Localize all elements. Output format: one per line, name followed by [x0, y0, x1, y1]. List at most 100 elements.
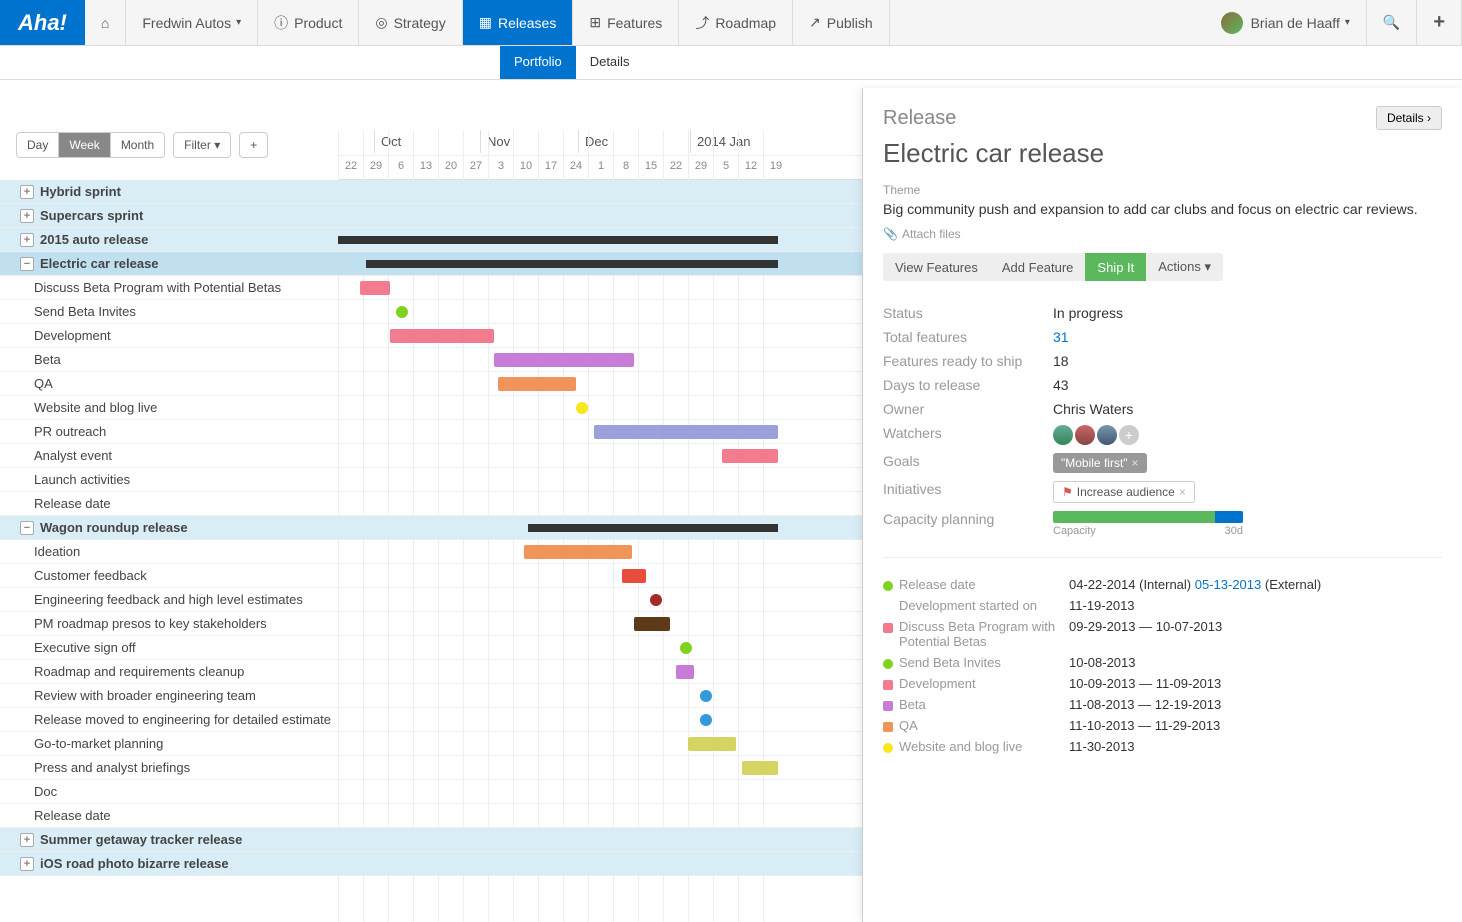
date-link[interactable]: 05-13-2013 [1195, 577, 1262, 592]
watchers-label: Watchers [883, 425, 1053, 445]
attach-files[interactable]: 📎Attach files [883, 227, 1442, 241]
week-label: 29 [363, 156, 388, 172]
status-label: Status [883, 305, 1053, 321]
logo[interactable]: Aha! [0, 0, 85, 45]
goal-tag[interactable]: "Mobile first"× [1053, 453, 1147, 473]
tab-details[interactable]: Details [576, 46, 644, 79]
caret-down-icon: ▾ [236, 17, 241, 28]
week-label: 19 [763, 156, 788, 172]
collapse-icon[interactable]: − [20, 257, 34, 271]
date-row: QA11-10-2013 — 11-29-2013 [883, 715, 1442, 736]
theme-text[interactable]: Big community push and expansion to add … [883, 201, 1442, 217]
actions-dropdown[interactable]: Actions ▾ [1146, 253, 1223, 281]
home-nav[interactable]: ⌂ [85, 0, 126, 45]
nav-roadmap[interactable]: ⤴Roadmap [679, 0, 793, 45]
nav-product-label: Product [294, 15, 342, 31]
initiatives-label: Initiatives [883, 481, 1053, 503]
expand-icon[interactable]: + [20, 833, 34, 847]
milestone-dot[interactable] [700, 714, 712, 726]
add-feature-button[interactable]: Add Feature [990, 253, 1086, 281]
gantt-bar[interactable] [622, 569, 646, 583]
expand-icon[interactable]: + [20, 209, 34, 223]
row-label: Launch activities [0, 472, 338, 487]
caret-down-icon: ▾ [1345, 17, 1350, 28]
expand-icon[interactable]: + [20, 185, 34, 199]
add-button[interactable]: + [1417, 0, 1462, 45]
gantt-bar[interactable] [360, 281, 390, 295]
row-label: Discuss Beta Program with Potential Beta… [0, 280, 338, 295]
home-icon: ⌂ [101, 15, 109, 31]
details-expand-button[interactable]: Details › [1376, 106, 1442, 130]
gantt-bar[interactable] [634, 617, 670, 631]
total-features-value[interactable]: 31 [1053, 329, 1069, 345]
capacity-meta-label: Capacity [1053, 525, 1096, 537]
view-features-button[interactable]: View Features [883, 253, 990, 281]
remove-tag-icon[interactable]: × [1179, 485, 1186, 499]
days-value: 43 [1053, 377, 1069, 393]
product-dropdown[interactable]: Fredwin Autos▾ [126, 0, 258, 45]
watcher-avatar[interactable] [1097, 425, 1117, 445]
milestone-dot[interactable] [680, 642, 692, 654]
week-label: 20 [438, 156, 463, 172]
gantt-bar[interactable] [498, 377, 576, 391]
expand-icon[interactable]: + [20, 233, 34, 247]
ship-it-button[interactable]: Ship It [1085, 253, 1146, 281]
week-label: 1 [588, 156, 613, 172]
summary-bar[interactable] [366, 260, 778, 268]
milestone-dot[interactable] [576, 402, 588, 414]
ready-value: 18 [1053, 353, 1069, 369]
gantt-bar[interactable] [742, 761, 778, 775]
nav-publish[interactable]: ↗Publish [793, 0, 890, 45]
search-button[interactable]: 🔍 [1367, 0, 1417, 45]
milestone-dot[interactable] [700, 690, 712, 702]
nav-strategy[interactable]: ◎Strategy [359, 0, 462, 45]
owner-value[interactable]: Chris Waters [1053, 401, 1133, 417]
tab-portfolio[interactable]: Portfolio [500, 46, 576, 79]
gantt-bar[interactable] [594, 425, 778, 439]
color-swatch [883, 701, 893, 711]
date-value: 04-22-2014 (Internal) 05-13-2013 (Extern… [1069, 577, 1321, 592]
row-label: Release date [0, 808, 338, 823]
gantt-bar[interactable] [524, 545, 632, 559]
initiative-tag[interactable]: ⚑Increase audience× [1053, 481, 1195, 503]
gantt-bar[interactable] [676, 665, 694, 679]
row-label: Ideation [0, 544, 338, 559]
row-label: Beta [0, 352, 338, 367]
row-label: Engineering feedback and high level esti… [0, 592, 338, 607]
week-label: 10 [513, 156, 538, 172]
gantt-bar[interactable] [688, 737, 736, 751]
release-title[interactable]: Electric car release [883, 138, 1442, 169]
color-swatch [883, 659, 893, 669]
date-value: 11-08-2013 — 12-19-2013 [1069, 697, 1221, 712]
zoom-day[interactable]: Day [17, 133, 59, 157]
capacity-bar[interactable] [1053, 511, 1243, 523]
nav-releases[interactable]: ▦Releases [463, 0, 574, 45]
summary-bar[interactable] [338, 236, 778, 244]
collapse-icon[interactable]: − [20, 521, 34, 535]
week-label: 15 [638, 156, 663, 172]
user-menu[interactable]: Brian de Haaff▾ [1205, 0, 1367, 45]
watcher-avatar[interactable] [1053, 425, 1073, 445]
status-value[interactable]: In progress [1053, 305, 1123, 321]
date-label: Send Beta Invites [899, 655, 1069, 670]
summary-bar[interactable] [528, 524, 778, 532]
month-label: Oct [374, 130, 407, 153]
zoom-week[interactable]: Week [59, 133, 110, 157]
expand-icon[interactable]: + [20, 857, 34, 871]
add-release-button[interactable]: + [239, 132, 268, 158]
gantt-bar[interactable] [390, 329, 494, 343]
add-watcher-button[interactable]: + [1119, 425, 1139, 445]
milestone-dot[interactable] [650, 594, 662, 606]
week-label: 22 [338, 156, 363, 172]
filter-button[interactable]: Filter ▾ [173, 132, 231, 158]
nav-features[interactable]: ⊞Features [573, 0, 679, 45]
gantt-bar[interactable] [494, 353, 634, 367]
milestone-dot[interactable] [396, 306, 408, 318]
search-icon: 🔍 [1383, 14, 1400, 31]
remove-tag-icon[interactable]: × [1132, 456, 1139, 470]
nav-product[interactable]: ⓘProduct [258, 0, 359, 45]
watcher-avatar[interactable] [1075, 425, 1095, 445]
days-label: Days to release [883, 377, 1053, 393]
gantt-bar[interactable] [722, 449, 778, 463]
zoom-month[interactable]: Month [111, 133, 164, 157]
